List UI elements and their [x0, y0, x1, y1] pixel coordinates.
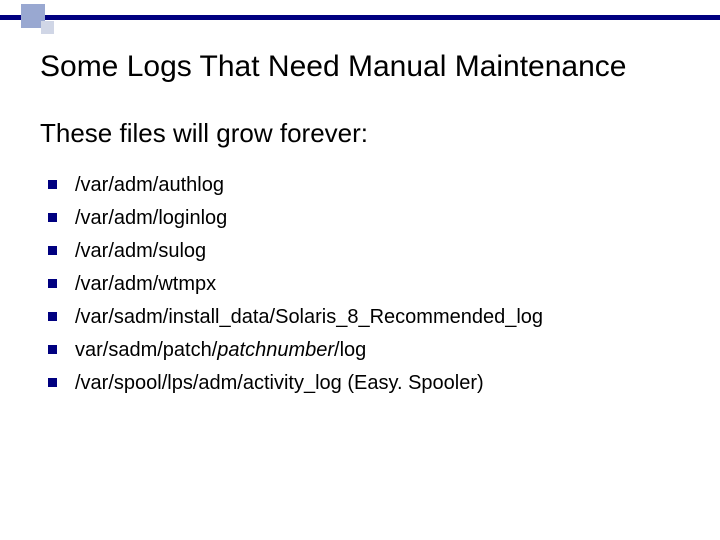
bullet-icon	[48, 213, 57, 222]
list-item-text: /var/spool/lps/adm/activity_log (Easy. S…	[75, 370, 484, 396]
bullet-icon	[48, 345, 57, 354]
bullet-icon	[48, 378, 57, 387]
slide-subtitle: These files will grow forever:	[40, 118, 368, 149]
list-item-text: /var/sadm/install_data/Solaris_8_Recomme…	[75, 304, 543, 330]
list-item: var/sadm/patch/patchnumber/log	[48, 337, 543, 363]
list-item: /var/adm/wtmpx	[48, 271, 543, 297]
list-item: /var/adm/sulog	[48, 238, 543, 264]
list-item: /var/spool/lps/adm/activity_log (Easy. S…	[48, 370, 543, 396]
list-item: /var/adm/authlog	[48, 172, 543, 198]
list-item: /var/sadm/install_data/Solaris_8_Recomme…	[48, 304, 543, 330]
list-item-text: /var/adm/wtmpx	[75, 271, 216, 297]
bullet-icon	[48, 180, 57, 189]
header-square-small	[41, 21, 54, 34]
list-item-text: /var/adm/sulog	[75, 238, 206, 264]
text-part: /log	[334, 339, 366, 361]
list-item-text: /var/adm/loginlog	[75, 205, 227, 231]
text-italic: patchnumber	[217, 339, 334, 361]
slide-title: Some Logs That Need Manual Maintenance	[40, 50, 626, 84]
header-bar	[0, 15, 720, 20]
bullet-icon	[48, 312, 57, 321]
header-decoration	[0, 0, 720, 34]
text-part: var/sadm/patch/	[75, 339, 217, 361]
bullet-icon	[48, 279, 57, 288]
list-item-text: /var/adm/authlog	[75, 172, 224, 198]
list-item: /var/adm/loginlog	[48, 205, 543, 231]
bullet-icon	[48, 246, 57, 255]
slide: Some Logs That Need Manual Maintenance T…	[0, 0, 720, 540]
bullet-list: /var/adm/authlog /var/adm/loginlog /var/…	[48, 172, 543, 403]
list-item-text: var/sadm/patch/patchnumber/log	[75, 337, 366, 363]
